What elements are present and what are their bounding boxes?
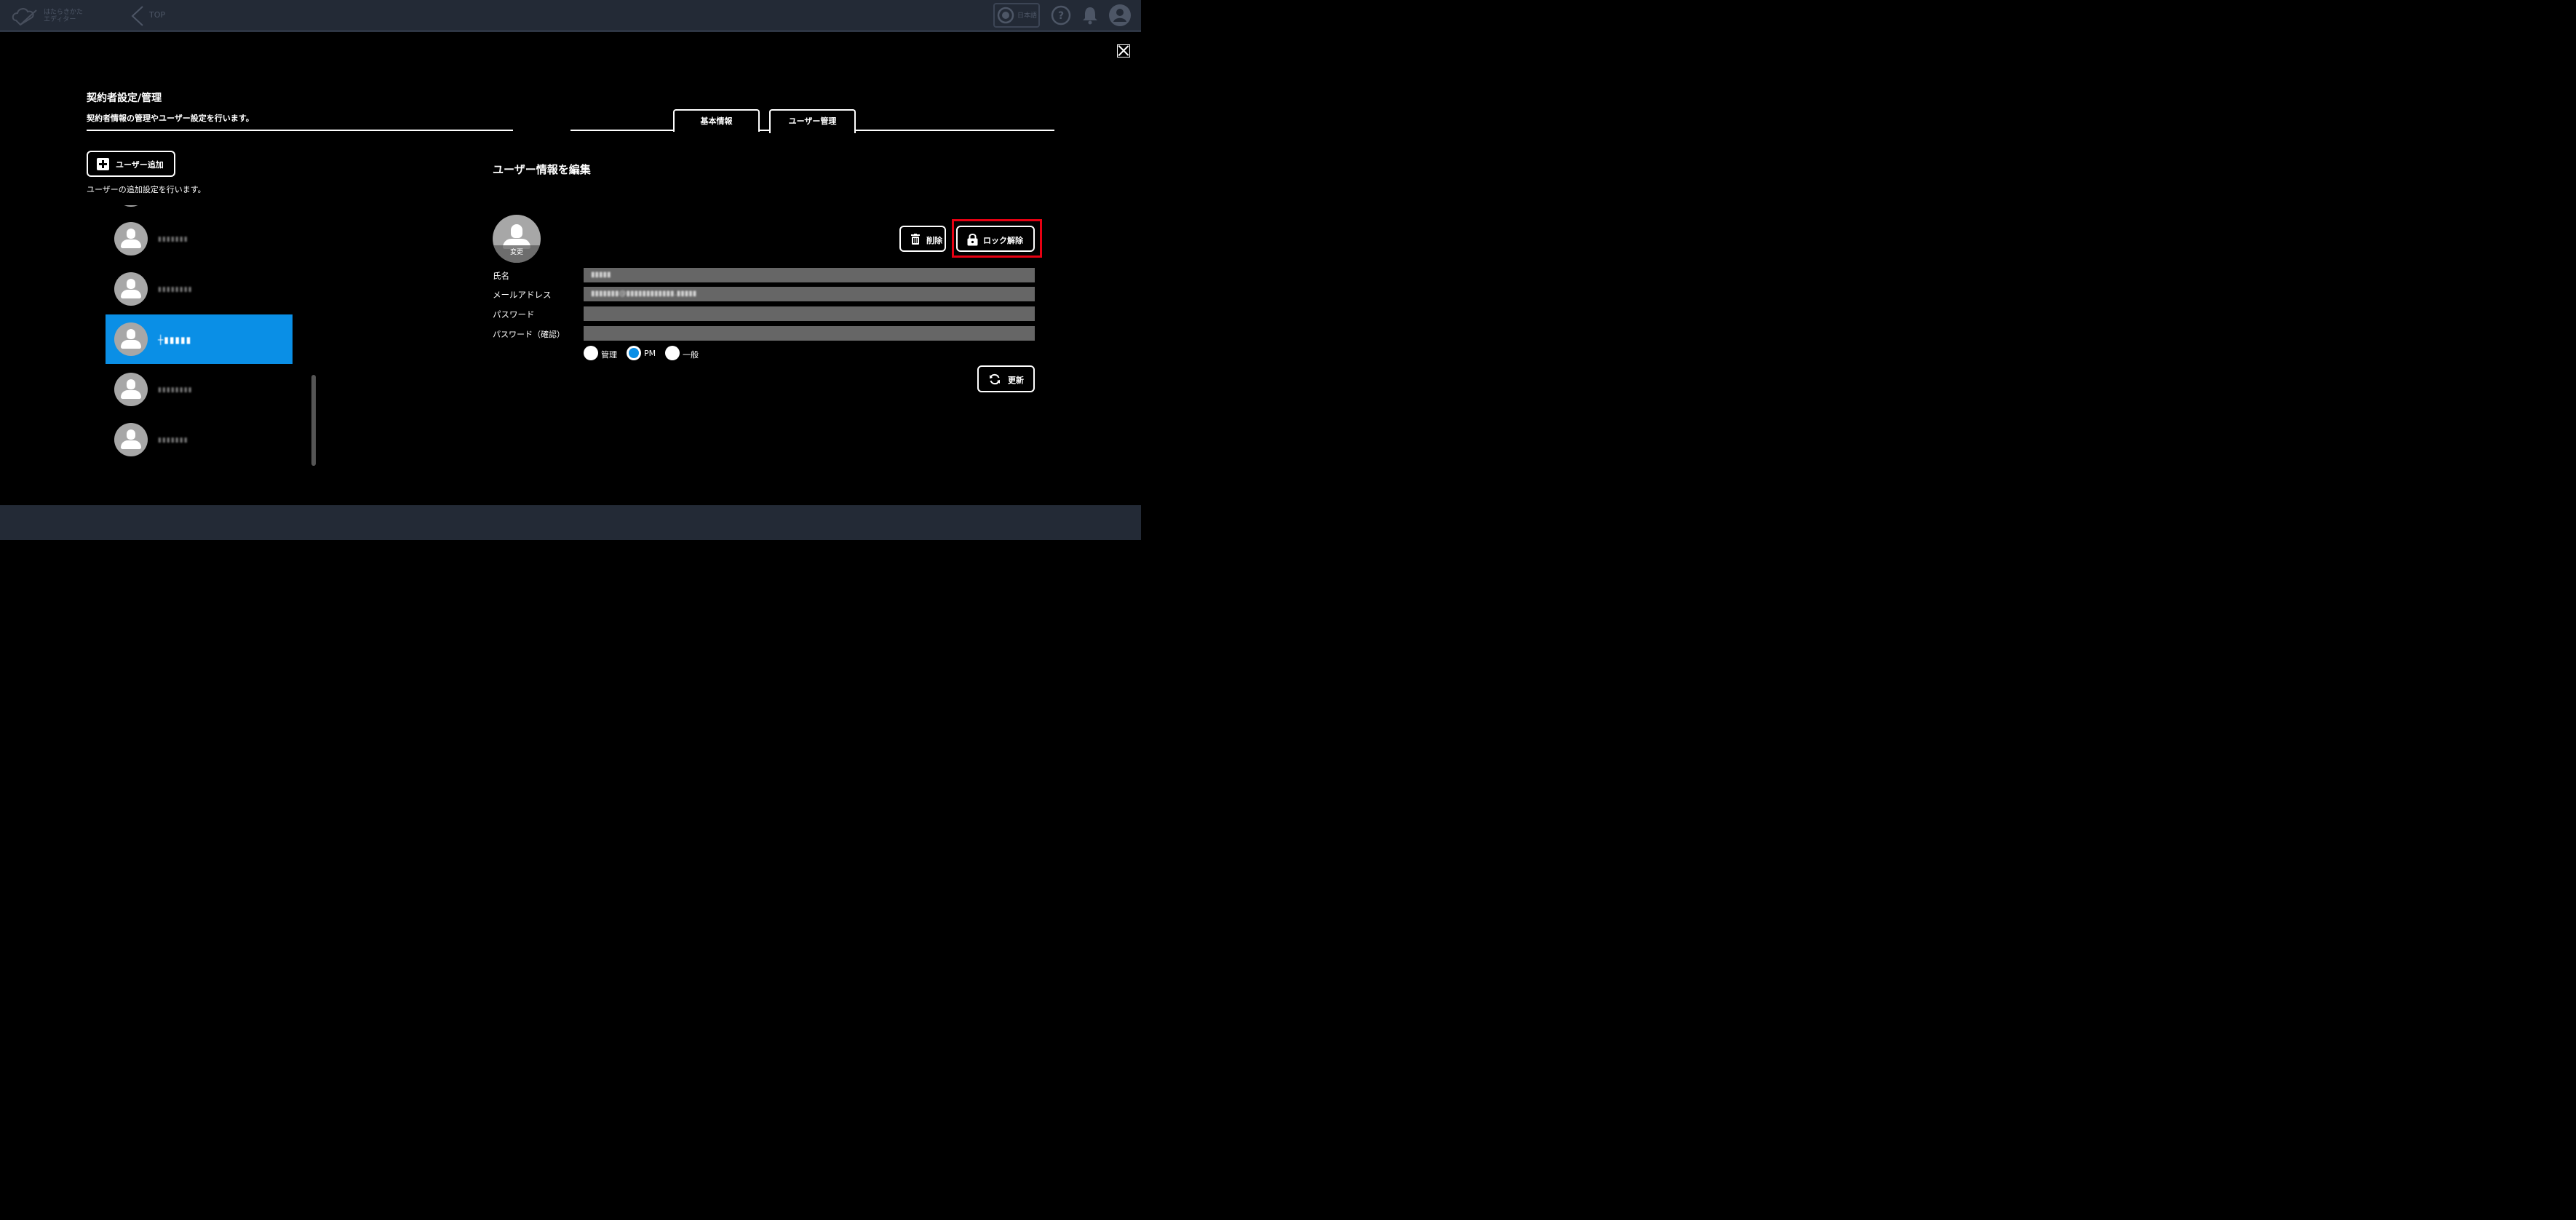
user-avatar xyxy=(114,322,148,356)
back-label[interactable]: TOP xyxy=(149,10,165,20)
user-avatar xyxy=(114,205,148,207)
role-radio-group: 管理 PM 一般 xyxy=(584,346,729,362)
user-list-item[interactable]: ▮▮▮▮▮▮▮ xyxy=(106,214,293,264)
email-value: ▮▮▮▮▮▮▮@▮▮▮▮▮▮▮▮▮▮▮▮.▮▮▮▮▮ xyxy=(591,290,697,298)
back-chevron-icon[interactable] xyxy=(130,5,151,27)
refresh-icon xyxy=(990,373,1000,385)
email-label: メールアドレス xyxy=(493,290,552,300)
password-field[interactable] xyxy=(584,306,1035,321)
user-list-item[interactable]: ▮▮▮▮▮▮▮ xyxy=(106,415,293,464)
user-avatar xyxy=(114,423,148,456)
user-name: ▮▮▮▮▮▮▮▮ xyxy=(158,387,193,394)
top-bar: はたらきかた エディター TOP 日本語 ? xyxy=(0,0,1141,32)
lock-icon xyxy=(967,234,978,246)
password-label: パスワード xyxy=(493,309,535,320)
user-list-item-selected[interactable]: ┼▮▮▮▮▮ xyxy=(106,314,293,364)
user-list-scrollbar[interactable] xyxy=(311,375,316,466)
footer-bar xyxy=(0,505,1141,540)
page-title: 契約者設定/管理 xyxy=(87,92,162,104)
tab-user-management[interactable]: ユーザー管理 xyxy=(769,109,856,133)
language-label[interactable]: 日本語 xyxy=(1017,10,1037,20)
app-logo-icon[interactable] xyxy=(10,4,41,28)
user-list-item[interactable]: ▮▮▮▮▮▮▮▮ xyxy=(106,264,293,314)
tab-basic-info[interactable]: 基本情報 xyxy=(673,109,760,132)
user-list: ▮▮▮▮▮▮▮ ▮▮▮▮▮▮▮▮ ┼▮▮▮▮▮ ▮▮▮▮▮▮▮▮ ▮▮▮▮▮▮▮ xyxy=(106,205,293,466)
user-avatar xyxy=(114,222,148,256)
plus-icon xyxy=(97,158,109,170)
name-value: ▮▮▮▮▮ xyxy=(591,271,611,279)
user-name: ┼▮▮▮▮▮ xyxy=(158,335,192,345)
divider xyxy=(87,130,513,131)
add-user-description: ユーザーの追加設定を行います。 xyxy=(87,185,206,194)
add-user-button[interactable]: ユーザー追加 xyxy=(87,151,175,177)
delete-label: 削除 xyxy=(926,236,942,245)
user-name: ▮▮▮▮▮▮▮ xyxy=(158,437,188,444)
help-icon[interactable]: ? xyxy=(1051,5,1071,25)
add-user-label: ユーザー追加 xyxy=(116,160,164,170)
update-button[interactable]: 更新 xyxy=(977,365,1035,392)
role-label-general[interactable]: 一般 xyxy=(683,349,699,360)
email-field[interactable]: ▮▮▮▮▮▮▮@▮▮▮▮▮▮▮▮▮▮▮▮.▮▮▮▮▮ xyxy=(584,287,1035,301)
user-name: ▮▮▮▮▮▮▮ xyxy=(158,236,188,243)
update-label: 更新 xyxy=(1008,376,1024,385)
role-label-admin[interactable]: 管理 xyxy=(601,349,617,360)
role-radio-general[interactable] xyxy=(665,346,680,360)
user-avatar xyxy=(114,272,148,306)
trash-icon xyxy=(911,234,920,245)
svg-text:?: ? xyxy=(1058,10,1064,22)
profile-avatar[interactable]: 変更 xyxy=(493,215,541,263)
role-radio-admin[interactable] xyxy=(584,346,598,360)
password-confirm-label: パスワード（確認） xyxy=(493,330,565,339)
name-label: 氏名 xyxy=(493,271,509,281)
name-field[interactable]: ▮▮▮▮▮ xyxy=(584,268,1035,282)
account-avatar-icon[interactable] xyxy=(1109,4,1131,26)
user-name: ▮▮▮▮▮▮▮▮ xyxy=(158,286,193,293)
edit-user-title: ユーザー情報を編集 xyxy=(493,163,591,176)
notification-bell-icon[interactable] xyxy=(1080,5,1100,25)
close-icon[interactable] xyxy=(1117,44,1130,58)
password-confirm-field[interactable] xyxy=(584,326,1035,341)
avatar-change-label[interactable]: 変更 xyxy=(493,247,541,256)
role-label-pm[interactable]: PM xyxy=(644,349,656,358)
role-radio-pm[interactable] xyxy=(627,346,641,360)
app-logo-text: はたらきかた エディター xyxy=(44,9,83,23)
page-subtitle: 契約者情報の管理やユーザー設定を行います。 xyxy=(87,114,254,123)
user-list-item[interactable]: ▮▮▮▮▮▮▮▮ xyxy=(106,365,293,414)
user-avatar xyxy=(114,373,148,406)
unlock-button[interactable]: ロック解除 xyxy=(956,226,1035,252)
delete-user-button[interactable]: 削除 xyxy=(899,226,946,252)
language-icon xyxy=(997,7,1014,24)
unlock-label: ロック解除 xyxy=(983,236,1023,245)
